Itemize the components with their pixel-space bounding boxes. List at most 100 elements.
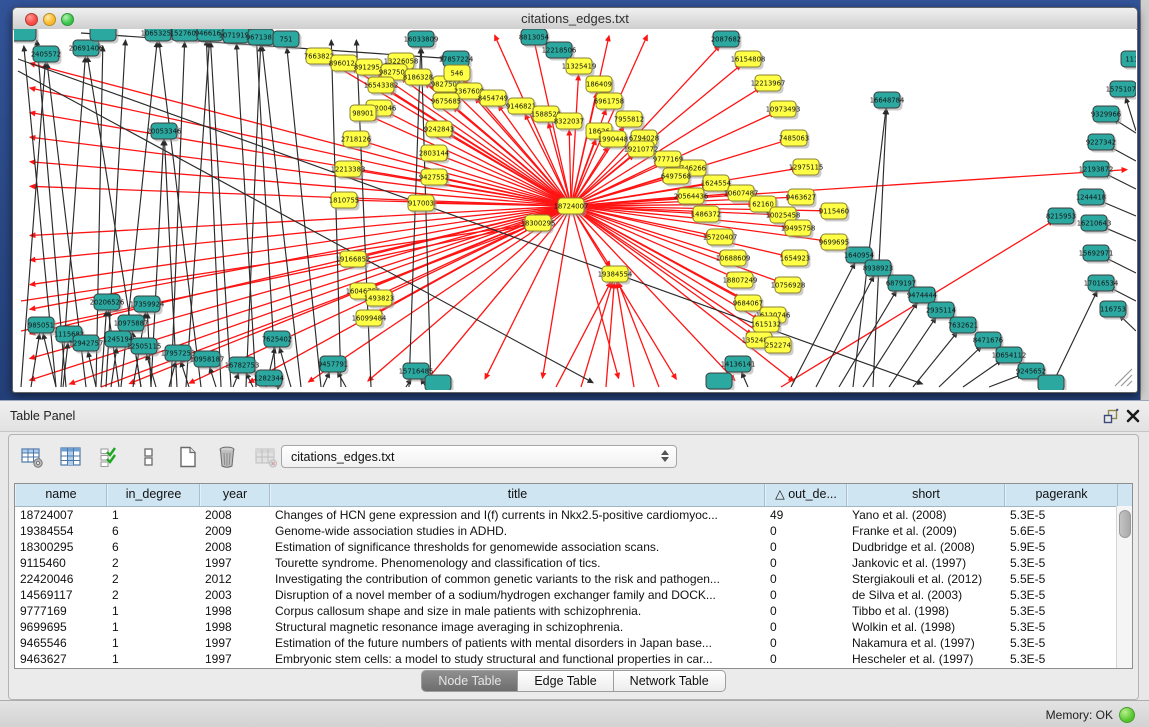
table-cell[interactable]: Investigating the contribution of common… — [270, 571, 765, 587]
table-row[interactable]: 946362711997Embryonic stem cells: a mode… — [15, 651, 1132, 667]
table-cell[interactable]: 1 — [107, 635, 200, 651]
table-cell[interactable]: Hescheler et al. (1997) — [847, 651, 1005, 667]
black-citation-edge[interactable] — [816, 276, 874, 387]
table-cell[interactable]: 2 — [107, 571, 200, 587]
red-citation-edge[interactable] — [618, 282, 659, 387]
table-vertical-scrollbar[interactable] — [1116, 506, 1132, 668]
table-cell[interactable]: Genome-wide association studies in ADHD. — [270, 523, 765, 539]
table-cell[interactable]: Wolkin et al. (1998) — [847, 619, 1005, 635]
table-row[interactable]: 1456911722003Disruption of a novel membe… — [15, 587, 1132, 603]
black-citation-edge[interactable] — [963, 360, 1002, 387]
table-chooser-dropdown[interactable]: citations_edges.txt — [281, 445, 677, 468]
table-cell[interactable]: Jankovic et al. (1997) — [847, 555, 1005, 571]
delete-table-icon[interactable] — [214, 444, 240, 470]
column-header-year[interactable]: year — [200, 484, 270, 506]
black-citation-edge[interactable] — [88, 352, 96, 387]
column-header-short[interactable]: short — [847, 484, 1005, 506]
table-cell[interactable]: 2008 — [200, 539, 270, 555]
tab-edge-table[interactable]: Edge Table — [518, 670, 613, 692]
canvas-resize-grip[interactable] — [1115, 369, 1132, 386]
black-citation-edge[interactable] — [989, 374, 1023, 387]
black-citation-edge[interactable] — [889, 317, 936, 387]
close-icon[interactable] — [1125, 408, 1141, 424]
table-cell[interactable]: 9115460 — [15, 555, 107, 571]
table-cell[interactable]: 5.3E-5 — [1005, 635, 1118, 651]
table-cell[interactable]: 0 — [765, 571, 847, 587]
table-cell[interactable]: 1997 — [200, 651, 270, 667]
black-citation-edge[interactable] — [43, 334, 56, 387]
table-row[interactable]: 1938455462009Genome-wide association stu… — [15, 523, 1132, 539]
table-cell[interactable]: Nakamura et al. (1997) — [847, 635, 1005, 651]
graph-node[interactable] — [90, 29, 116, 41]
black-citation-edge[interactable] — [101, 311, 106, 387]
table-cell[interactable]: Changes of HCN gene expression and I(f) … — [270, 507, 765, 523]
red-citation-edge[interactable] — [365, 142, 571, 206]
black-citation-edge[interactable] — [21, 63, 45, 387]
red-citation-edge[interactable] — [616, 283, 634, 387]
table-cell[interactable]: 5.5E-5 — [1005, 571, 1118, 587]
clear-table-icon[interactable] — [253, 444, 279, 470]
column-header-out_de[interactable]: △ out_de... — [765, 484, 847, 506]
table-cell[interactable]: 5.6E-5 — [1005, 523, 1118, 539]
table-cell[interactable]: Franke et al. (2009) — [847, 523, 1005, 539]
table-cell[interactable]: 22420046 — [15, 571, 107, 587]
scrollbar-thumb[interactable] — [1119, 510, 1131, 538]
table-cell[interactable]: 1 — [107, 507, 200, 523]
column-header-name[interactable]: name — [15, 484, 107, 506]
table-cell[interactable]: 2009 — [200, 523, 270, 539]
table-cell[interactable]: 1 — [107, 651, 200, 667]
column-header-in_degree[interactable]: in_degree — [107, 484, 200, 506]
table-cell[interactable]: Embryonic stem cells: a model to study s… — [270, 651, 765, 667]
float-window-icon[interactable] — [1102, 408, 1119, 425]
table-cell[interactable]: 9463627 — [15, 651, 107, 667]
table-cell[interactable]: 5.3E-5 — [1005, 555, 1118, 571]
table-row[interactable]: 911546021997Tourette syndrome. Phenomeno… — [15, 555, 1132, 571]
table-cell[interactable]: 1997 — [200, 555, 270, 571]
table-cell[interactable]: 1998 — [200, 603, 270, 619]
table-cell[interactable]: Dudbridge et al. (2008) — [847, 539, 1005, 555]
table-row[interactable]: 1872400712008Changes of HCN gene express… — [15, 507, 1132, 523]
black-citation-edge[interactable] — [913, 332, 957, 387]
table-cell[interactable]: 2003 — [200, 587, 270, 603]
table-cell[interactable]: 9777169 — [15, 603, 107, 619]
black-citation-edge[interactable] — [939, 346, 982, 387]
table-cell[interactable]: Tourette syndrome. Phenomenology and cla… — [270, 555, 765, 571]
table-cell[interactable]: Stergiakouli et al. (2012) — [847, 571, 1005, 587]
red-citation-edge[interactable] — [556, 282, 611, 387]
table-cell[interactable]: Estimation of the future numbers of pati… — [270, 635, 765, 651]
table-row[interactable]: 1830029562008Estimation of significance … — [15, 539, 1132, 555]
table-cell[interactable]: 2 — [107, 587, 200, 603]
table-cell[interactable]: 6 — [107, 523, 200, 539]
table-cell[interactable]: Yano et al. (2008) — [847, 507, 1005, 523]
table-cell[interactable]: 0 — [765, 523, 847, 539]
table-cell[interactable]: 6 — [107, 539, 200, 555]
table-cell[interactable]: 19384554 — [15, 523, 107, 539]
table-cell[interactable]: 18724007 — [15, 507, 107, 523]
black-citation-edge[interactable] — [171, 42, 185, 387]
citation-network-graph[interactable]: 2405572206914061065325715276029466162107… — [14, 29, 1136, 390]
table-cell[interactable]: 9699695 — [15, 619, 107, 635]
black-citation-edge[interactable] — [863, 303, 917, 387]
red-citation-edge[interactable] — [571, 170, 1127, 206]
table-cell[interactable]: 2 — [107, 555, 200, 571]
select-rows-icon[interactable] — [97, 444, 123, 470]
table-cell[interactable]: 18300295 — [15, 539, 107, 555]
column-header-pagerank[interactable]: pagerank — [1005, 484, 1118, 506]
black-citation-edge[interactable] — [159, 42, 201, 387]
table-row[interactable]: 977716911998Corpus callosum shape and si… — [15, 603, 1132, 619]
table-columns-icon[interactable] — [58, 444, 84, 470]
red-citation-edge[interactable] — [571, 206, 676, 379]
tab-node-table[interactable]: Node Table — [421, 670, 518, 692]
red-citation-edge[interactable] — [569, 130, 571, 206]
table-cell[interactable]: 0 — [765, 635, 847, 651]
table-cell[interactable]: Disruption of a novel member of a sodium… — [270, 587, 765, 603]
black-citation-edge[interactable] — [1126, 98, 1136, 131]
memory-status-indicator[interactable] — [1119, 707, 1135, 723]
graph-node[interactable] — [14, 29, 36, 41]
table-cell[interactable]: 5.3E-5 — [1005, 603, 1118, 619]
network-window-titlebar[interactable]: citations_edges.txt — [13, 8, 1137, 30]
black-citation-edge[interactable] — [873, 109, 887, 387]
table-cell[interactable]: 0 — [765, 539, 847, 555]
network-canvas[interactable]: 2405572206914061065325715276029466162107… — [14, 29, 1136, 390]
table-cell[interactable]: 0 — [765, 587, 847, 603]
